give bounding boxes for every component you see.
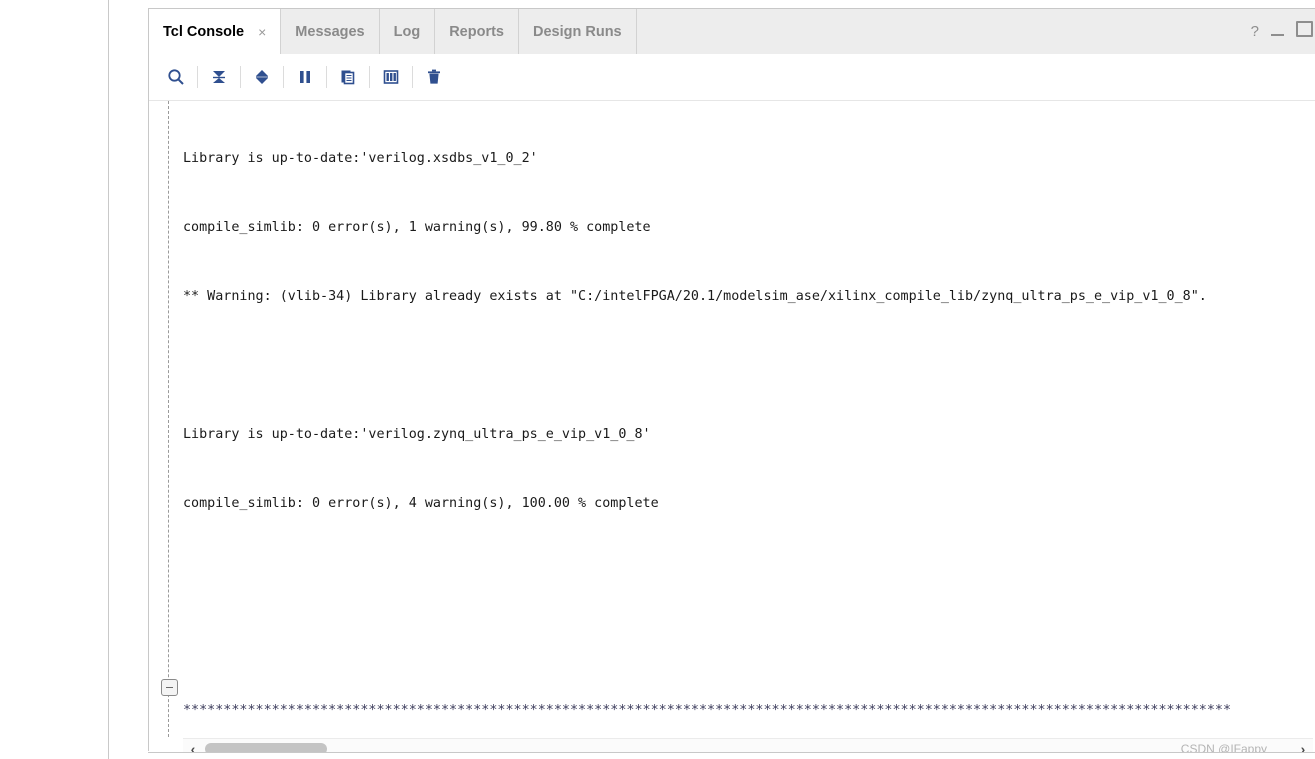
toolbar-separator <box>326 66 327 88</box>
expand-all-icon[interactable] <box>247 62 277 92</box>
console-line: compile_simlib: 0 error(s), 1 warning(s)… <box>183 220 651 235</box>
tab-tcl-console[interactable]: Tcl Console × <box>149 9 282 54</box>
tcl-console-window: Tcl Console × Messages Log Reports Desig… <box>0 0 1315 759</box>
toolbar-separator <box>283 66 284 88</box>
tab-bar-filler <box>637 9 1315 54</box>
tab-log-label: Log <box>393 23 421 40</box>
console-text: Library is up-to-date:'verilog.xsdbs_v1_… <box>183 101 1231 737</box>
console-line: Library is up-to-date:'verilog.zynq_ultr… <box>183 427 651 442</box>
window-left-divider <box>108 0 109 759</box>
tab-reports-label: Reports <box>449 23 504 40</box>
console-panel: Tcl Console × Messages Log Reports Desig… <box>148 8 1315 759</box>
show-columns-icon[interactable] <box>376 62 406 92</box>
tab-reports[interactable]: Reports <box>435 9 519 54</box>
collapse-all-icon[interactable] <box>204 62 234 92</box>
window-bottom-chrome <box>148 752 1315 759</box>
window-controls: ? <box>1251 9 1315 54</box>
console-toolbar <box>149 54 1315 100</box>
console-output-area[interactable]: Library is up-to-date:'verilog.xsdbs_v1_… <box>149 101 1315 737</box>
console-line: ****************************************… <box>183 703 1232 718</box>
window-left-chrome <box>0 0 108 759</box>
tab-bar: Tcl Console × Messages Log Reports Desig… <box>149 9 1315 54</box>
tab-messages-label: Messages <box>295 23 365 40</box>
tab-design-runs-label: Design Runs <box>533 23 622 40</box>
fold-guide-line <box>168 101 169 737</box>
console-line: ** Warning: (vlib-34) Library already ex… <box>183 289 1207 304</box>
tab-messages[interactable]: Messages <box>281 9 380 54</box>
pause-icon[interactable] <box>290 62 320 92</box>
maximize-icon[interactable] <box>1296 21 1313 42</box>
toolbar-separator <box>240 66 241 88</box>
clear-console-icon[interactable] <box>419 62 449 92</box>
copy-icon[interactable] <box>333 62 363 92</box>
tab-design-runs[interactable]: Design Runs <box>519 9 637 54</box>
fold-collapse-icon[interactable] <box>161 679 178 696</box>
toolbar-separator <box>197 66 198 88</box>
minimize-icon[interactable] <box>1271 23 1284 41</box>
search-icon[interactable] <box>161 62 191 92</box>
tab-log[interactable]: Log <box>380 9 436 54</box>
toolbar-separator <box>412 66 413 88</box>
toolbar-separator <box>369 66 370 88</box>
console-line: Library is up-to-date:'verilog.xsdbs_v1_… <box>183 151 538 166</box>
close-icon[interactable]: × <box>258 25 266 39</box>
tab-tcl-console-label: Tcl Console <box>163 23 245 40</box>
help-icon[interactable]: ? <box>1251 24 1259 39</box>
console-line: compile_simlib: 0 error(s), 4 warning(s)… <box>183 496 659 511</box>
